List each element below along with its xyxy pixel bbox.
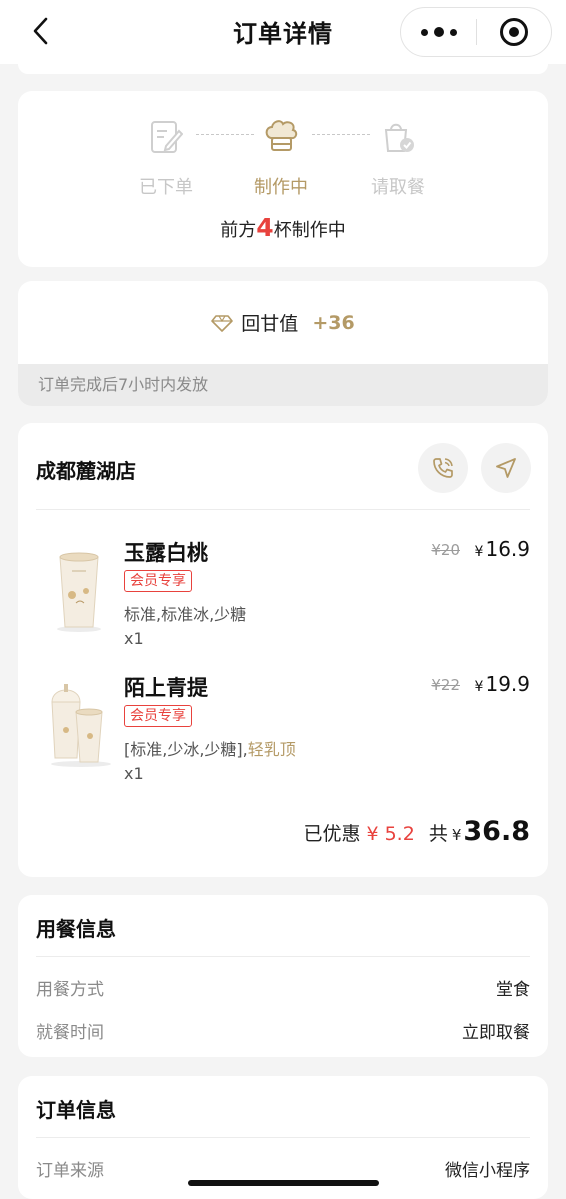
section-title: 用餐信息 bbox=[36, 917, 116, 941]
step-order-placed: 已下单 bbox=[116, 117, 216, 199]
queue-count: 4 bbox=[256, 213, 274, 242]
navigate-arrow-icon bbox=[496, 458, 516, 478]
navigation-bar: 订单详情 bbox=[0, 0, 566, 64]
queue-prefix: 前方 bbox=[220, 220, 257, 241]
step-label: 制作中 bbox=[254, 177, 308, 198]
discount-label: 已优惠 bbox=[303, 823, 361, 845]
info-key: 订单来源 bbox=[36, 1160, 104, 1181]
item-quantity: x1 bbox=[124, 629, 144, 648]
step-label: 已下单 bbox=[139, 177, 193, 198]
item-spec-text: [标准,少冰,少糖], bbox=[124, 740, 248, 759]
step-in-progress: 制作中 bbox=[231, 117, 331, 199]
item-name: 玉露白桃 bbox=[124, 541, 208, 565]
discount-value: ¥ 5.2 bbox=[366, 823, 415, 845]
total-currency: ¥ bbox=[451, 826, 462, 844]
order-item: 陌上青提 会员专享 [标准,少冰,少糖],轻乳顶 x1 ¥22 ¥19.9 bbox=[18, 672, 548, 792]
info-value: 微信小程序 bbox=[445, 1160, 530, 1181]
member-exclusive-badge: 会员专享 bbox=[124, 705, 192, 727]
info-value: 堂食 bbox=[496, 979, 530, 1000]
currency-symbol: ¥ bbox=[474, 679, 484, 695]
points-row: 回甘值 +36 bbox=[18, 309, 548, 336]
more-button[interactable] bbox=[401, 8, 476, 56]
section-title: 订单信息 bbox=[36, 1098, 116, 1122]
order-placed-icon bbox=[151, 121, 183, 153]
divider bbox=[36, 1137, 530, 1138]
info-key: 就餐时间 bbox=[36, 1022, 104, 1043]
pickup-bag-icon bbox=[384, 123, 414, 152]
points-value: +36 bbox=[312, 311, 355, 334]
queue-suffix: 杯制作中 bbox=[273, 220, 346, 241]
drink-cups-image bbox=[51, 684, 111, 767]
item-price-value: 16.9 bbox=[485, 537, 530, 561]
step-ready-pickup: 请取餐 bbox=[348, 117, 448, 199]
item-spec-text: 标准,标准冰,少糖 bbox=[124, 605, 247, 624]
item-spec: 标准,标准冰,少糖 bbox=[124, 601, 246, 625]
dining-info-card: 用餐信息 用餐方式 堂食 就餐时间 立即取餐 bbox=[18, 895, 548, 1057]
points-note: 订单完成后7小时内发放 bbox=[18, 364, 548, 406]
diamond-icon bbox=[211, 314, 234, 332]
total-value: 36.8 bbox=[463, 816, 530, 847]
order-progress-card: 已下单 制作中 请取餐 前方4杯制作中 bbox=[18, 91, 548, 267]
drink-cup-image bbox=[57, 552, 101, 632]
item-original-price: ¥22 bbox=[431, 676, 460, 694]
item-price: ¥16.9 bbox=[475, 537, 530, 561]
divider bbox=[36, 956, 530, 957]
info-row: 用餐方式 堂食 bbox=[36, 972, 530, 1002]
previous-card-edge bbox=[18, 64, 548, 74]
info-value: 立即取餐 bbox=[462, 1022, 530, 1043]
currency-symbol: ¥ bbox=[474, 544, 484, 560]
step-label: 请取餐 bbox=[371, 177, 425, 198]
member-exclusive-badge: 会员专享 bbox=[124, 570, 192, 592]
item-name: 陌上青提 bbox=[124, 676, 208, 700]
item-price: ¥19.9 bbox=[475, 672, 530, 696]
mini-program-capsule bbox=[400, 7, 552, 57]
item-price-value: 19.9 bbox=[485, 672, 530, 696]
close-mini-program-button[interactable] bbox=[477, 8, 551, 56]
item-spec: [标准,少冰,少糖],轻乳顶 bbox=[124, 736, 296, 760]
info-key: 用餐方式 bbox=[36, 979, 104, 1000]
total-label: 共 bbox=[428, 823, 448, 845]
call-store-button[interactable] bbox=[418, 443, 468, 493]
store-order-card: 成都麓湖店 玉露白桃 会员专享 标准,标准冰,少糖 x1 ¥20 ¥16.9 陌… bbox=[18, 423, 548, 877]
navigate-store-button[interactable] bbox=[481, 443, 531, 493]
chef-hat-icon bbox=[265, 120, 298, 151]
store-name[interactable]: 成都麓湖店 bbox=[36, 455, 136, 484]
reward-points-card: 回甘值 +36 订单完成后7小时内发放 bbox=[18, 281, 548, 406]
queue-status: 前方4杯制作中 bbox=[18, 213, 548, 242]
divider bbox=[36, 509, 530, 510]
info-row: 订单来源 微信小程序 bbox=[36, 1153, 530, 1183]
item-quantity: x1 bbox=[124, 764, 144, 783]
info-row: 就餐时间 立即取餐 bbox=[36, 1015, 530, 1045]
target-close-icon bbox=[499, 18, 528, 46]
phone-icon bbox=[433, 458, 453, 478]
points-label: 回甘值 bbox=[241, 313, 299, 335]
home-indicator[interactable] bbox=[188, 1180, 379, 1186]
item-original-price: ¥20 bbox=[431, 541, 460, 559]
order-totals: 已优惠 ¥ 5.2 共 ¥ 36.8 bbox=[303, 816, 530, 847]
order-item: 玉露白桃 会员专享 标准,标准冰,少糖 x1 ¥20 ¥16.9 bbox=[18, 537, 548, 657]
item-spec-extra: 轻乳顶 bbox=[247, 740, 296, 759]
more-dots-icon bbox=[418, 27, 460, 37]
